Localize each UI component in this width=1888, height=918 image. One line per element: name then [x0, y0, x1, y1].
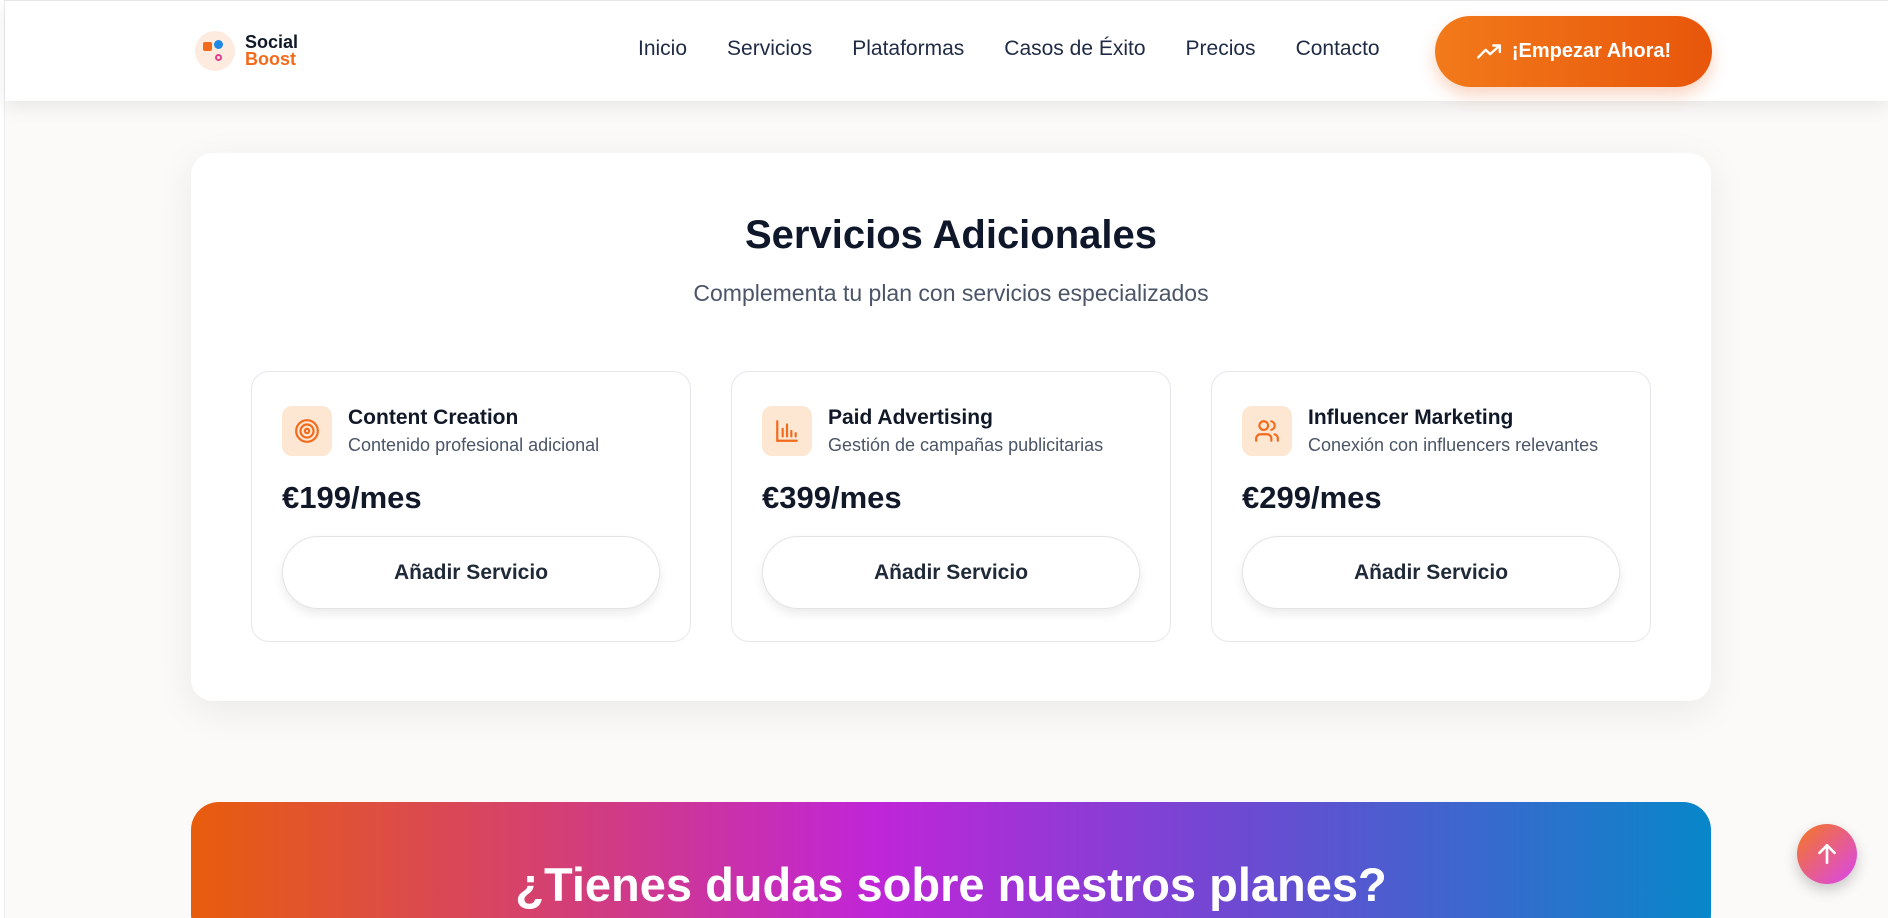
add-service-button[interactable]: Añadir Servicio [282, 536, 660, 609]
nav-item-contacto[interactable]: Contacto [1296, 37, 1380, 61]
service-price: €199/mes [282, 480, 422, 515]
add-service-button[interactable]: Añadir Servicio [1242, 536, 1620, 609]
start-now-label: ¡Empezar Ahora! [1511, 40, 1672, 62]
bar-chart-icon [762, 406, 812, 456]
service-price: €399/mes [762, 480, 902, 515]
section-subtitle: Complementa tu plan con servicios especi… [693, 280, 1209, 306]
start-now-button[interactable]: ¡Empezar Ahora! [1435, 16, 1712, 87]
faq-banner: ¿Tienes dudas sobre nuestros planes? [191, 802, 1711, 918]
arrow-up-icon [1818, 844, 1836, 864]
section-title: Servicios Adicionales [744, 213, 1158, 257]
service-card-paid-advertising: Paid Advertising Gestión de campañas pub… [731, 371, 1171, 642]
brand-name: Social Boost [245, 33, 298, 69]
banner-title: ¿Tienes dudas sobre nuestros planes? [515, 858, 1387, 911]
service-price: €299/mes [1242, 480, 1382, 515]
nav-item-casos-de-exito[interactable]: Casos de Éxito [1004, 37, 1145, 61]
logo-icon [195, 31, 235, 71]
main-nav: Inicio Servicios Plataformas Casos de Éx… [638, 37, 1380, 61]
service-description: Contenido profesional adicional [348, 435, 600, 455]
service-card-influencer-marketing: Influencer Marketing Conexión con influe… [1211, 371, 1651, 642]
service-name: Content Creation [348, 406, 519, 429]
service-name: Influencer Marketing [1308, 406, 1514, 429]
scroll-to-top-button[interactable] [1797, 824, 1857, 884]
users-icon [1242, 406, 1292, 456]
brand-logo[interactable]: Social Boost [195, 28, 298, 74]
page-edge [0, 0, 5, 918]
additional-services-card: Servicios Adicionales Complementa tu pla… [191, 153, 1711, 701]
nav-item-precios[interactable]: Precios [1186, 37, 1256, 61]
service-description: Gestión de campañas publicitarias [828, 435, 1104, 455]
nav-item-inicio[interactable]: Inicio [638, 37, 687, 61]
brand-line2: Boost [245, 49, 296, 69]
add-service-button[interactable]: Añadir Servicio [762, 536, 1140, 609]
service-description: Conexión con influencers relevantes [1308, 435, 1599, 455]
target-icon [282, 406, 332, 456]
trending-up-icon [1476, 43, 1501, 59]
service-card-content-creation: Content Creation Contenido profesional a… [251, 371, 691, 642]
nav-item-plataformas[interactable]: Plataformas [852, 37, 964, 61]
service-name: Paid Advertising [828, 406, 993, 429]
site-header: Social Boost Inicio Servicios Plataforma… [5, 0, 1888, 101]
nav-item-servicios[interactable]: Servicios [727, 37, 812, 61]
